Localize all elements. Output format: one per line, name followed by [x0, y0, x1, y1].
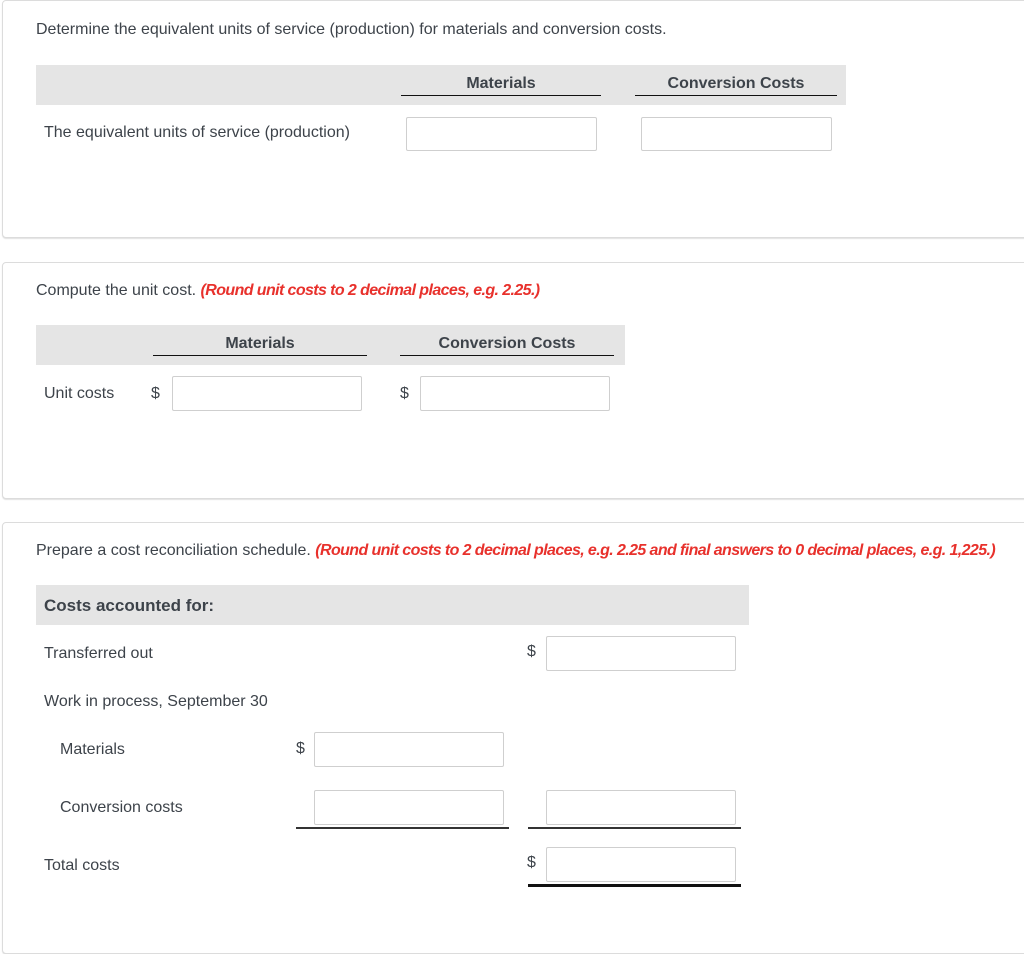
unit-costs-label: Unit costs	[44, 385, 115, 402]
wip-conversion-costs-label: Conversion costs	[60, 799, 183, 816]
wip-total-input[interactable]	[546, 790, 736, 825]
dollar-sign: $	[151, 385, 160, 402]
wip-materials-input[interactable]	[314, 732, 504, 767]
unit-cost-conversion-costs-input[interactable]	[420, 376, 610, 411]
subtotal-rule	[528, 827, 741, 829]
cost-reconciliation-card: Prepare a cost reconciliation schedule. …	[2, 522, 1024, 954]
equivalent-units-conversion-costs-input[interactable]	[641, 117, 832, 151]
dollar-sign: $	[400, 385, 409, 402]
unit-cost-materials-input[interactable]	[172, 376, 362, 411]
transferred-out-label: Transferred out	[44, 645, 153, 662]
wip-materials-label: Materials	[60, 741, 125, 758]
dollar-sign: $	[296, 740, 305, 757]
transferred-out-input[interactable]	[546, 636, 736, 671]
wip-conversion-costs-input[interactable]	[314, 790, 504, 825]
equivalent-units-prompt: Determine the equivalent units of servic…	[36, 21, 667, 38]
cost-reconciliation-prompt: Prepare a cost reconciliation schedule. …	[36, 542, 996, 560]
unit-cost-hint: (Round unit costs to 2 decimal places, e…	[200, 282, 541, 299]
unit-cost-prompt-text: Compute the unit cost.	[36, 282, 197, 299]
work-in-process-label: Work in process, September 30	[44, 693, 268, 710]
column-header-conversion-costs: Conversion Costs	[400, 335, 614, 356]
cost-reconciliation-hint: (Round unit costs to 2 decimal places, e…	[315, 542, 996, 559]
equivalent-units-label: The equivalent units of service (product…	[44, 124, 350, 141]
equivalent-units-card: Determine the equivalent units of servic…	[2, 0, 1024, 238]
unit-cost-card: Compute the unit cost. (Round unit costs…	[2, 262, 1024, 499]
dollar-sign: $	[527, 643, 536, 660]
cost-reconciliation-prompt-text: Prepare a cost reconciliation schedule.	[36, 542, 311, 559]
column-header-materials: Materials	[401, 75, 601, 96]
equivalent-units-materials-input[interactable]	[406, 117, 597, 151]
column-header-materials: Materials	[153, 335, 367, 356]
total-costs-input[interactable]	[546, 847, 736, 882]
dollar-sign: $	[527, 854, 536, 871]
total-costs-label: Total costs	[44, 857, 120, 874]
unit-cost-prompt: Compute the unit cost. (Round unit costs…	[36, 282, 540, 300]
total-double-rule	[528, 884, 741, 887]
subtotal-rule	[296, 827, 509, 829]
column-header-conversion-costs: Conversion Costs	[635, 75, 837, 96]
costs-accounted-for-heading: Costs accounted for:	[44, 596, 215, 615]
